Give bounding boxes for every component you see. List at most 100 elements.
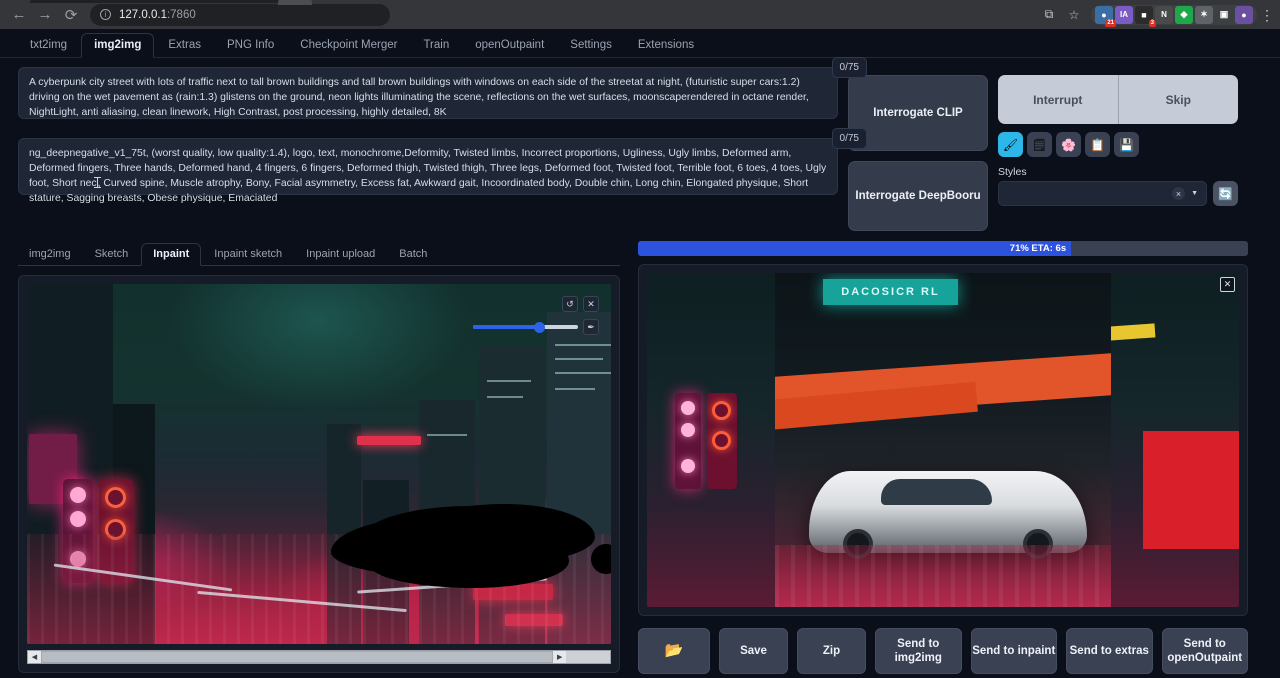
tab-txt2img[interactable]: txt2img xyxy=(18,34,79,57)
yellow-sign xyxy=(1109,323,1156,340)
tab-extensions[interactable]: Extensions xyxy=(626,34,706,57)
chevron-down-icon[interactable]: ▼ xyxy=(1191,190,1198,197)
mode-tab-inpaint-sketch[interactable]: Inpaint sketch xyxy=(203,244,293,265)
tab-extras[interactable]: Extras xyxy=(156,34,213,57)
progress-text: 71% ETA: 6s xyxy=(1010,241,1071,256)
star-icon[interactable]: ☆ xyxy=(1062,3,1086,27)
clipboard-ext-icon[interactable]: ■3 xyxy=(1135,6,1153,24)
zip-button[interactable]: Zip xyxy=(797,628,866,674)
mode-tab-batch[interactable]: Batch xyxy=(388,244,438,265)
wet-road-reflection xyxy=(775,545,1111,607)
mode-tab-sketch[interactable]: Sketch xyxy=(84,244,140,265)
webui-app: txt2img img2img Extras PNG Info Checkpoi… xyxy=(0,29,1280,678)
positive-prompt-text: A cyberpunk city street with lots of tra… xyxy=(29,77,809,118)
scroll-right-icon[interactable]: ▶ xyxy=(553,651,566,663)
mode-tab-inpaint[interactable]: Inpaint xyxy=(141,243,201,266)
undo-icon[interactable]: ↺ xyxy=(562,296,578,312)
skip-button[interactable]: Skip xyxy=(1119,75,1239,124)
brush-size-row: ✒ xyxy=(473,319,599,335)
close-icon[interactable]: × xyxy=(1172,187,1185,200)
text-caret xyxy=(97,177,98,188)
brush-icon[interactable]: ✒ xyxy=(583,319,599,335)
send-to-openoutpaint-button[interactable]: Send to openOutpaint xyxy=(1162,628,1249,674)
close-icon[interactable]: ✕ xyxy=(1220,277,1235,292)
scroll-left-icon[interactable]: ◀ xyxy=(28,651,41,663)
close-icon[interactable]: ✕ xyxy=(583,296,599,312)
extensions-group: ●21 IA ■3 N ◆ ✶ ▣ ● xyxy=(1091,5,1257,25)
share-icon[interactable]: ⧉ xyxy=(1037,3,1061,27)
output-action-row: 📂 Save Zip Send to img2img Send to inpai… xyxy=(638,628,1248,674)
send-to-extras-button[interactable]: Send to extras xyxy=(1066,628,1153,674)
neon-sign: DACOSICR RL xyxy=(823,279,958,305)
sidepanel-icon[interactable]: ▣ xyxy=(1215,6,1233,24)
negative-prompt-input[interactable]: ng_deepnegative_v1_75t, (worst quality, … xyxy=(18,138,838,195)
ia-icon[interactable]: IA xyxy=(1115,6,1133,24)
source-image xyxy=(27,284,611,644)
image-right-panel xyxy=(1111,273,1239,607)
slider-fill xyxy=(473,325,538,329)
generated-image[interactable]: DACOSICR RL xyxy=(647,273,1239,607)
right-pane: 71% ETA: 6s ✕ xyxy=(638,241,1248,678)
reload-icon[interactable]: ⟳ xyxy=(58,2,84,28)
color-ext-icon[interactable]: ◆ xyxy=(1175,6,1193,24)
main-tab-bar: txt2img img2img Extras PNG Info Checkpoi… xyxy=(0,29,1280,58)
main-content: img2img Sketch Inpaint Inpaint sketch In… xyxy=(0,231,1280,678)
avatar[interactable]: ● xyxy=(1235,6,1253,24)
brush-size-slider[interactable] xyxy=(473,322,578,332)
traffic-light-orange xyxy=(707,393,737,489)
back-arrow-icon[interactable]: ← xyxy=(6,2,32,28)
save-style-icon[interactable]: 💾 xyxy=(1114,132,1139,157)
browser-tab-new[interactable] xyxy=(278,0,312,5)
prompt-region: A cyberpunk city street with lots of tra… xyxy=(0,58,1280,231)
scrollbar-thumb[interactable] xyxy=(41,651,553,663)
positive-prompt-input[interactable]: A cyberpunk city street with lots of tra… xyxy=(18,67,838,119)
interrupt-button[interactable]: Interrupt xyxy=(998,75,1119,124)
mode-tab-inpaint-upload[interactable]: Inpaint upload xyxy=(295,244,386,265)
generation-progress-bar: 71% ETA: 6s xyxy=(638,241,1248,256)
refresh-icon[interactable]: 🔄 xyxy=(1213,181,1238,206)
img2img-mode-tabs: img2img Sketch Inpaint Inpaint sketch In… xyxy=(18,241,620,266)
progress-fill xyxy=(638,241,1071,256)
notion-icon[interactable]: N xyxy=(1155,6,1173,24)
canvas-tool-group: ↺ ✕ xyxy=(562,296,599,312)
red-billboard xyxy=(1143,431,1239,549)
tab-openoutpaint[interactable]: openOutpaint xyxy=(463,34,556,57)
browser-menu-icon[interactable]: ⋮ xyxy=(1258,11,1276,19)
save-button[interactable]: Save xyxy=(719,628,788,674)
forward-arrow-icon[interactable]: → xyxy=(32,2,58,28)
tab-png-info[interactable]: PNG Info xyxy=(215,34,286,57)
image-left-panel xyxy=(647,273,775,607)
tab-train[interactable]: Train xyxy=(411,34,461,57)
ublock-icon[interactable]: ●21 xyxy=(1095,6,1113,24)
output-gallery-card: ✕ xyxy=(638,264,1248,616)
mode-tab-img2img[interactable]: img2img xyxy=(18,244,82,265)
paintbrush-icon[interactable]: 🖌 xyxy=(998,132,1023,157)
url-port: :7860 xyxy=(167,9,196,21)
url-host: 127.0.0.1 xyxy=(119,9,167,21)
tab-settings[interactable]: Settings xyxy=(558,34,624,57)
pink-flower-icon[interactable]: 🌸 xyxy=(1056,132,1081,157)
prompt-column: A cyberpunk city street with lots of tra… xyxy=(18,67,838,195)
inpaint-canvas[interactable]: ↺ ✕ ✒ xyxy=(27,284,611,644)
sports-car xyxy=(809,471,1087,553)
interrogate-deepbooru-button[interactable]: Interrogate DeepBooru xyxy=(848,161,988,231)
clipboard-icon[interactable]: 📋 xyxy=(1085,132,1110,157)
inpaint-canvas-card: ↺ ✕ ✒ ◀ ▶ xyxy=(18,275,620,673)
negative-token-counter: 0/75 xyxy=(832,128,867,149)
open-folder-button[interactable]: 📂 xyxy=(638,628,710,674)
site-info-icon[interactable]: i xyxy=(100,9,111,20)
interrogate-clip-button[interactable]: Interrogate CLIP xyxy=(848,75,988,151)
trash-recycle-icon[interactable]: 🗒 xyxy=(1027,132,1052,157)
interrupt-skip-group: Interrupt Skip xyxy=(998,75,1238,124)
canvas-horizontal-scrollbar[interactable]: ◀ ▶ xyxy=(27,650,611,664)
slider-knob[interactable] xyxy=(534,322,545,333)
styles-dropdown[interactable]: × ▼ xyxy=(998,181,1207,206)
tab-checkpoint-merger[interactable]: Checkpoint Merger xyxy=(288,34,409,57)
send-to-inpaint-button[interactable]: Send to inpaint xyxy=(971,628,1058,674)
tab-img2img[interactable]: img2img xyxy=(81,33,154,58)
puzzle-extensions-icon[interactable]: ✶ xyxy=(1195,6,1213,24)
negative-prompt-text-part2: , Curved spine, Muscle atrophy, Bony, Fa… xyxy=(29,178,808,204)
send-to-img2img-button[interactable]: Send to img2img xyxy=(875,628,962,674)
browser-tab-active[interactable] xyxy=(30,0,290,3)
address-bar[interactable]: i 127.0.0.1:7860 xyxy=(90,4,390,26)
